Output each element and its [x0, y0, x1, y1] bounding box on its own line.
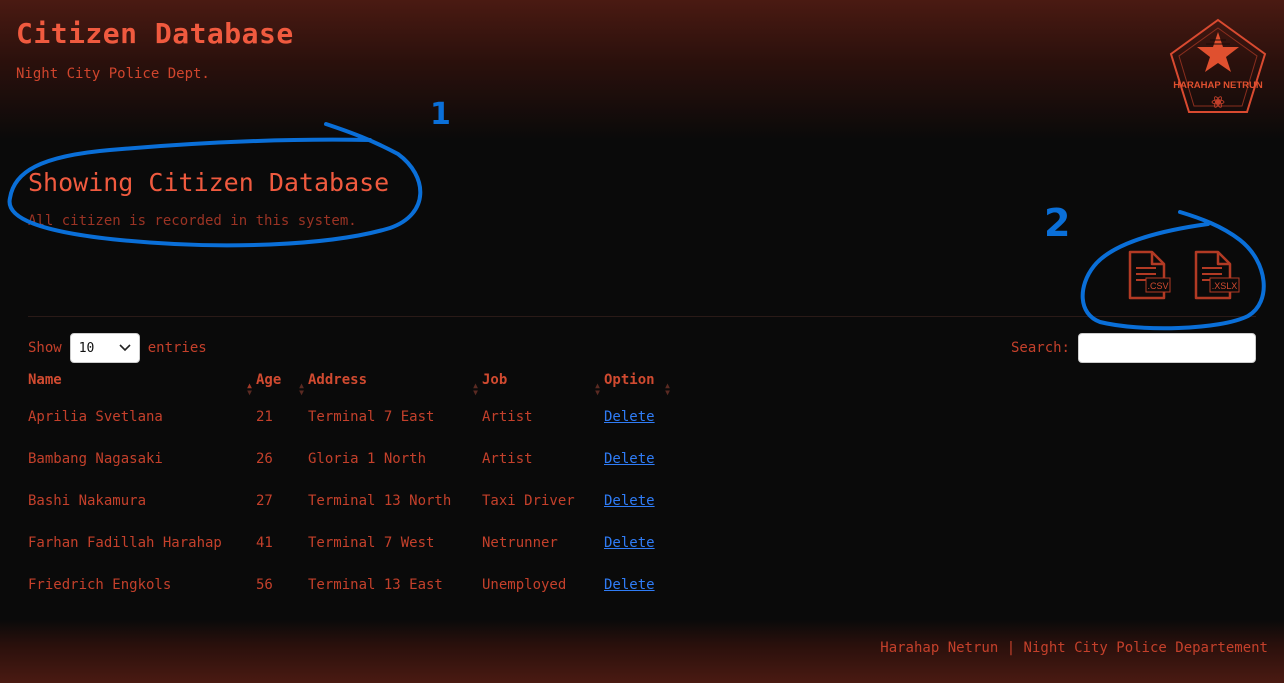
cell-address: Gloria 1 North	[308, 451, 427, 467]
table-row: Bambang Nagasaki 26 Gloria 1 North Artis…	[28, 438, 674, 480]
cell-age: 41	[256, 535, 273, 551]
table-header-row: Name ▲ ▼ Age ▲ ▼ Address ▲ ▼ Job ▲ ▼ Option …	[28, 372, 674, 397]
annotation-number-2: 2	[1044, 201, 1070, 245]
column-header-label: Address	[308, 372, 368, 388]
column-header-name[interactable]: Name ▲ ▼	[28, 372, 256, 397]
sort-icon: ▲ ▼	[665, 381, 670, 397]
cell-address: Terminal 7 East	[308, 409, 435, 425]
export-csv-icon[interactable]: .CSV	[1124, 250, 1174, 302]
entries-label: entries	[147, 340, 207, 356]
sort-icon: ▲ ▼	[473, 381, 478, 397]
entries-length-control: Show 10 entries	[28, 333, 207, 363]
cell-job: Artist	[482, 409, 533, 425]
delete-link[interactable]: Delete	[604, 577, 655, 593]
delete-link[interactable]: Delete	[604, 535, 655, 551]
column-header-option[interactable]: Option ▲ ▼	[604, 372, 674, 397]
section-title: Showing Citizen Database	[28, 168, 390, 197]
column-header-label: Job	[482, 372, 508, 388]
cell-address: Terminal 13 East	[308, 577, 443, 593]
footer-text: Harahap Netrun | Night City Police Depar…	[880, 640, 1268, 656]
cell-job: Netrunner	[482, 535, 558, 551]
cell-address: Terminal 7 West	[308, 535, 435, 551]
cell-name: Bashi Nakamura	[28, 493, 147, 509]
search-label: Search:	[1010, 340, 1070, 356]
xslx-label: .XSLX	[1212, 281, 1238, 291]
cell-job: Artist	[482, 451, 533, 467]
cell-age: 26	[256, 451, 273, 467]
cell-age: 27	[256, 493, 273, 509]
cell-name: Bambang Nagasaki	[28, 451, 163, 467]
cell-age: 21	[256, 409, 273, 425]
search-input[interactable]	[1078, 333, 1256, 363]
cell-name: Farhan Fadillah Harahap	[28, 535, 222, 551]
delete-link[interactable]: Delete	[604, 451, 655, 467]
column-header-age[interactable]: Age ▲ ▼	[256, 372, 308, 397]
sort-icon: ▲ ▼	[247, 381, 252, 397]
chevron-down-icon	[119, 344, 131, 352]
delete-link[interactable]: Delete	[604, 493, 655, 509]
entries-select[interactable]: 10	[69, 333, 140, 363]
table-row: Farhan Fadillah Harahap 41 Terminal 7 We…	[28, 522, 674, 564]
site-title: Citizen Database	[16, 17, 294, 50]
site-subtitle: Night City Police Dept.	[16, 66, 210, 82]
csv-label: .CSV	[1147, 281, 1168, 291]
harahap-netrun-logo: HARAHAP NETRUN	[1169, 18, 1267, 113]
cell-job: Unemployed	[482, 577, 567, 593]
logo-text: HARAHAP NETRUN	[1173, 80, 1263, 91]
search-control: Search:	[1011, 333, 1256, 363]
cell-address: Terminal 13 North	[308, 493, 452, 509]
cell-age: 56	[256, 577, 273, 593]
column-header-label: Option	[604, 372, 655, 388]
sort-icon: ▲ ▼	[299, 381, 304, 397]
entries-select-value: 10	[78, 340, 95, 356]
column-header-label: Age	[256, 372, 282, 388]
column-header-label: Name	[28, 372, 62, 388]
table-row: Aprilia Svetlana 21 Terminal 7 East Arti…	[28, 396, 674, 438]
show-label: Show	[28, 340, 62, 356]
cell-job: Taxi Driver	[482, 493, 575, 509]
cell-name: Aprilia Svetlana	[28, 409, 163, 425]
citizen-table: Name ▲ ▼ Age ▲ ▼ Address ▲ ▼ Job ▲ ▼ Option …	[28, 372, 674, 606]
page-header: Citizen Database Night City Police Dept.…	[0, 0, 1284, 140]
table-row: Bashi Nakamura 27 Terminal 13 North Taxi…	[28, 480, 674, 522]
cell-name: Friedrich Engkols	[28, 577, 172, 593]
section-description: All citizen is recorded in this system.	[28, 213, 357, 229]
export-xslx-icon[interactable]: .XSLX	[1190, 250, 1240, 302]
column-header-address[interactable]: Address ▲ ▼	[308, 372, 482, 397]
divider	[28, 316, 1256, 317]
sort-icon: ▲ ▼	[595, 381, 600, 397]
table-row: Friedrich Engkols 56 Terminal 13 East Un…	[28, 564, 674, 606]
delete-link[interactable]: Delete	[604, 409, 655, 425]
column-header-job[interactable]: Job ▲ ▼	[482, 372, 604, 397]
